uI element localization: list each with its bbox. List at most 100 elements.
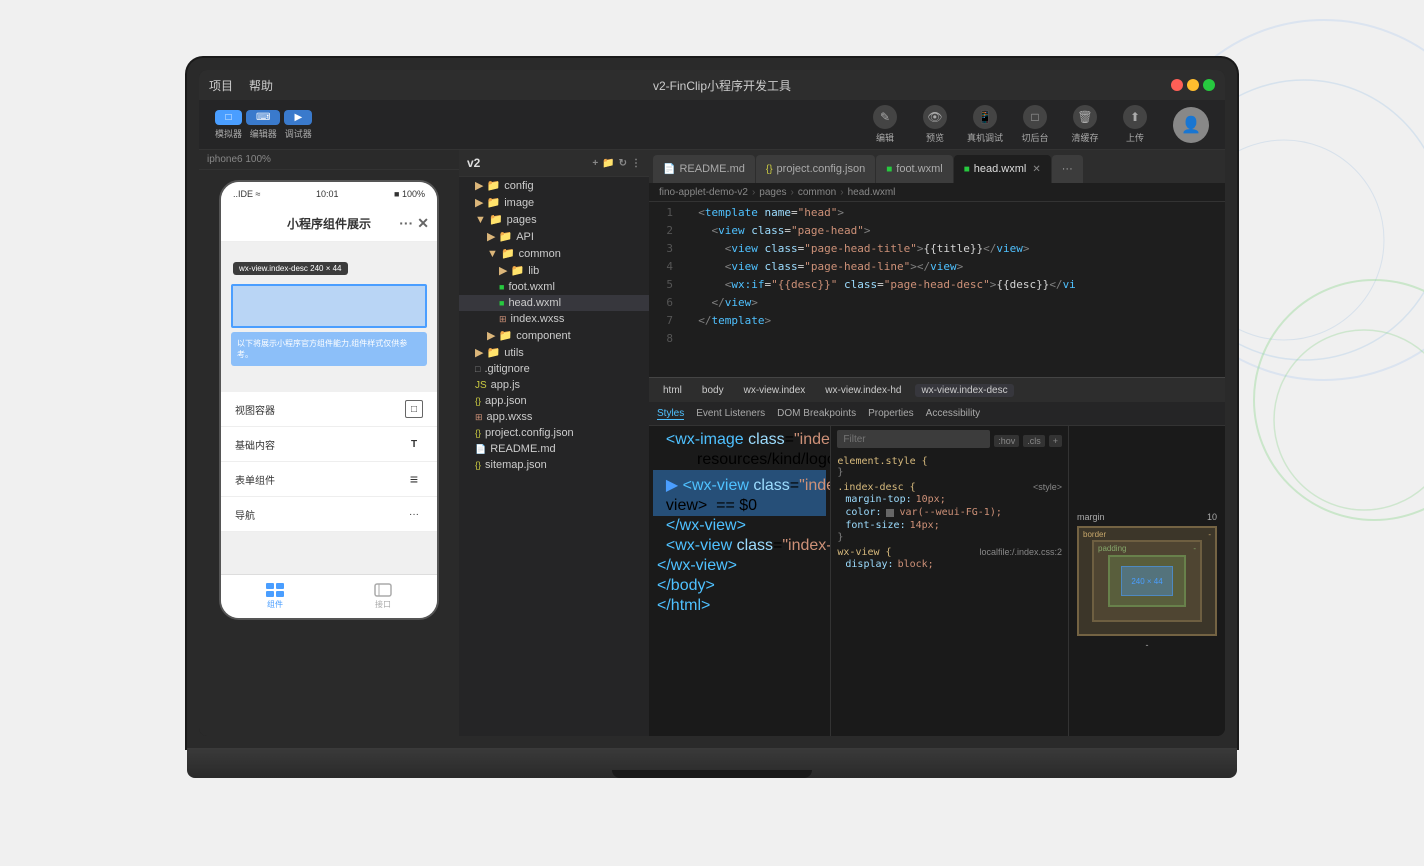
code-line-4: 4 <view class="page-head-line"></view> xyxy=(649,260,1225,278)
tab-close-icon[interactable]: ✕ xyxy=(1032,164,1040,175)
folder-icon: ▶ 📁 xyxy=(475,346,500,359)
html-line-5: </wx-view> xyxy=(653,516,826,536)
user-avatar[interactable]: 👤 xyxy=(1173,107,1209,143)
minimize-btn[interactable] xyxy=(1187,79,1199,91)
styles-toggle-add[interactable]: + xyxy=(1049,435,1062,447)
list-item-nav[interactable]: 导航 ··· xyxy=(221,497,437,532)
list-item-views[interactable]: 视图容器 □ xyxy=(221,392,437,427)
html-tag-wx-view-hd[interactable]: wx-view.index-hd xyxy=(819,384,907,397)
styles-toggle-cls[interactable]: .cls xyxy=(1023,435,1045,447)
tree-item-foot-wxml[interactable]: ■ foot.wxml xyxy=(459,279,649,295)
file-tree-header: v2 + 📁 ↻ ⋮ xyxy=(459,150,649,177)
styles-source-link-2[interactable]: localfile:/.index.css:2 xyxy=(979,547,1062,558)
wxml-file-icon: ■ xyxy=(499,282,504,292)
tab-more[interactable]: ··· xyxy=(1052,155,1083,183)
styles-filter-input[interactable] xyxy=(837,430,990,448)
close-btn[interactable] xyxy=(1171,79,1183,91)
tree-item-api[interactable]: ▶ 📁 API xyxy=(459,228,649,245)
file-collapse-icon[interactable]: ⋮ xyxy=(631,158,641,169)
file-tree: v2 + 📁 ↻ ⋮ ▶ 📁 config ▶ 📁 xyxy=(459,150,649,736)
box-model-diagram: margin 10 border - xyxy=(1077,526,1217,636)
menu-item-help[interactable]: 帮助 xyxy=(249,77,273,94)
html-line-9: </html> xyxy=(653,596,826,616)
action-device-debug[interactable]: 📱 真机调试 xyxy=(967,105,1003,144)
list-item-basic[interactable]: 基础内容 T xyxy=(221,427,437,462)
maximize-btn[interactable] xyxy=(1203,79,1215,91)
html-tag-html[interactable]: html xyxy=(657,384,688,397)
tree-item-app-json[interactable]: {} app.json xyxy=(459,393,649,409)
styles-selector-1: element.style { xyxy=(837,456,1062,467)
phone-bottom-tabs: 组件 接口 xyxy=(221,574,437,618)
html-tag-body[interactable]: body xyxy=(696,384,730,397)
wxml-file-icon: ■ xyxy=(499,298,504,308)
html-line-1: <wx-image class="index-logo" src="../res… xyxy=(653,430,826,450)
code-line-5: 5 <wx:if="{{desc}}" class="page-head-des… xyxy=(649,278,1225,296)
breadcrumb-pages[interactable]: pages xyxy=(759,187,786,198)
tree-item-project-json[interactable]: {} project.config.json xyxy=(459,425,649,441)
txt-file-icon: □ xyxy=(475,364,480,374)
action-preview[interactable]: 👁 预览 xyxy=(917,105,953,144)
tab-debugger[interactable]: ▶ 调试器 xyxy=(284,110,312,140)
tree-item-head-wxml[interactable]: ■ head.wxml xyxy=(459,295,649,311)
styles-selector-3: wx-view { xyxy=(837,547,891,558)
tree-item-app-wxss[interactable]: ⊞ app.wxss xyxy=(459,409,649,425)
tree-item-config[interactable]: ▶ 📁 config xyxy=(459,177,649,194)
styles-toggle-hov[interactable]: :hov xyxy=(994,435,1019,447)
tree-item-sitemap[interactable]: {} sitemap.json xyxy=(459,457,649,473)
action-clear-cache[interactable]: 🗑 清缓存 xyxy=(1067,105,1103,144)
laptop-screen-shell: 项目 帮助 v2-FinClip小程序开发工具 □ 模拟器 xyxy=(187,58,1237,748)
tree-item-lib[interactable]: ▶ 📁 lib xyxy=(459,262,649,279)
phone-close-icon[interactable]: ✕ xyxy=(417,215,429,232)
tab-simulator[interactable]: □ 模拟器 xyxy=(215,110,242,140)
devtools-tab-properties[interactable]: Properties xyxy=(868,408,914,419)
breadcrumb-root[interactable]: fino-applet-demo-v2 xyxy=(659,187,748,198)
phone-selected-text: 以下将展示小程序官方组件能力,组件样式仅供参考。 xyxy=(231,332,427,366)
tab-head-wxml[interactable]: ■ head.wxml ✕ xyxy=(954,155,1051,183)
phone-statusbar: ..IDE ≈ 10:01 ■ 100% xyxy=(221,182,437,206)
list-item-form[interactable]: 表单组件 ≡ xyxy=(221,462,437,497)
json-file-icon: {} xyxy=(475,396,481,406)
file-refresh-icon[interactable]: ↻ xyxy=(619,158,627,169)
box-border: padding - 240 × 44 xyxy=(1092,540,1202,622)
toolbar-actions: ✎ 编辑 👁 预览 📱 真机调试 □ 切后台 xyxy=(867,105,1153,144)
tree-item-pages[interactable]: ▼ 📁 pages xyxy=(459,211,649,228)
tree-item-component[interactable]: ▶ 📁 component xyxy=(459,327,649,344)
devtools-tab-styles[interactable]: Styles xyxy=(657,408,684,420)
action-edit[interactable]: ✎ 编辑 xyxy=(867,105,903,144)
tree-item-gitignore[interactable]: □ .gitignore xyxy=(459,361,649,377)
tab-readme[interactable]: 📄 README.md xyxy=(653,155,755,183)
file-folder-icon[interactable]: 📁 xyxy=(602,158,614,169)
folder-icon: ▶ 📁 xyxy=(487,329,512,342)
styles-source-link[interactable]: <style> xyxy=(1033,482,1062,493)
html-tag-wx-view-desc[interactable]: wx-view.index-desc xyxy=(915,384,1013,397)
html-tag-wx-view-index[interactable]: wx-view.index xyxy=(738,384,812,397)
tab-editor[interactable]: ⌨ 编辑器 xyxy=(246,110,280,140)
devtools-tab-accessibility[interactable]: Accessibility xyxy=(926,408,980,419)
breadcrumb-file[interactable]: head.wxml xyxy=(848,187,896,198)
tree-item-image[interactable]: ▶ 📁 image xyxy=(459,194,649,211)
action-background[interactable]: □ 切后台 xyxy=(1017,105,1053,144)
phone-battery: ■ 100% xyxy=(394,189,425,199)
file-new-icon[interactable]: + xyxy=(592,158,598,169)
titlebar: 项目 帮助 v2-FinClip小程序开发工具 xyxy=(199,70,1225,100)
tree-item-app-js[interactable]: JS app.js xyxy=(459,377,649,393)
preview-header: iphone6 100% xyxy=(199,150,459,170)
action-upload[interactable]: ⬆ 上传 xyxy=(1117,105,1153,144)
editor-breadcrumb: fino-applet-demo-v2 › pages › common › h… xyxy=(649,184,1225,202)
devtools-tab-event-listeners[interactable]: Event Listeners xyxy=(696,408,765,419)
phone-menu-icon[interactable]: ··· xyxy=(399,215,413,232)
devtools-tab-dom-breakpoints[interactable]: DOM Breakpoints xyxy=(777,408,856,419)
tree-item-index-wxss[interactable]: ⊞ index.wxss xyxy=(459,311,649,327)
tab-project-config[interactable]: {} project.config.json xyxy=(756,155,875,183)
tree-item-common[interactable]: ▼ 📁 common xyxy=(459,245,649,262)
tab-foot-wxml[interactable]: ■ foot.wxml xyxy=(876,155,953,183)
tree-item-utils[interactable]: ▶ 📁 utils xyxy=(459,344,649,361)
menu-item-project[interactable]: 项目 xyxy=(209,77,233,94)
phone-tab-components[interactable]: 组件 xyxy=(221,575,329,618)
folder-icon: ▼ 📁 xyxy=(475,213,503,226)
phone-tab-api[interactable]: 接口 xyxy=(329,575,437,618)
titlebar-title: v2-FinClip小程序开发工具 xyxy=(273,77,1171,94)
breadcrumb-common[interactable]: common xyxy=(798,187,836,198)
tree-item-readme[interactable]: 📄 README.md xyxy=(459,441,649,457)
phone-list: 视图容器 □ 基础内容 T 表单组件 ≡ xyxy=(221,392,437,532)
